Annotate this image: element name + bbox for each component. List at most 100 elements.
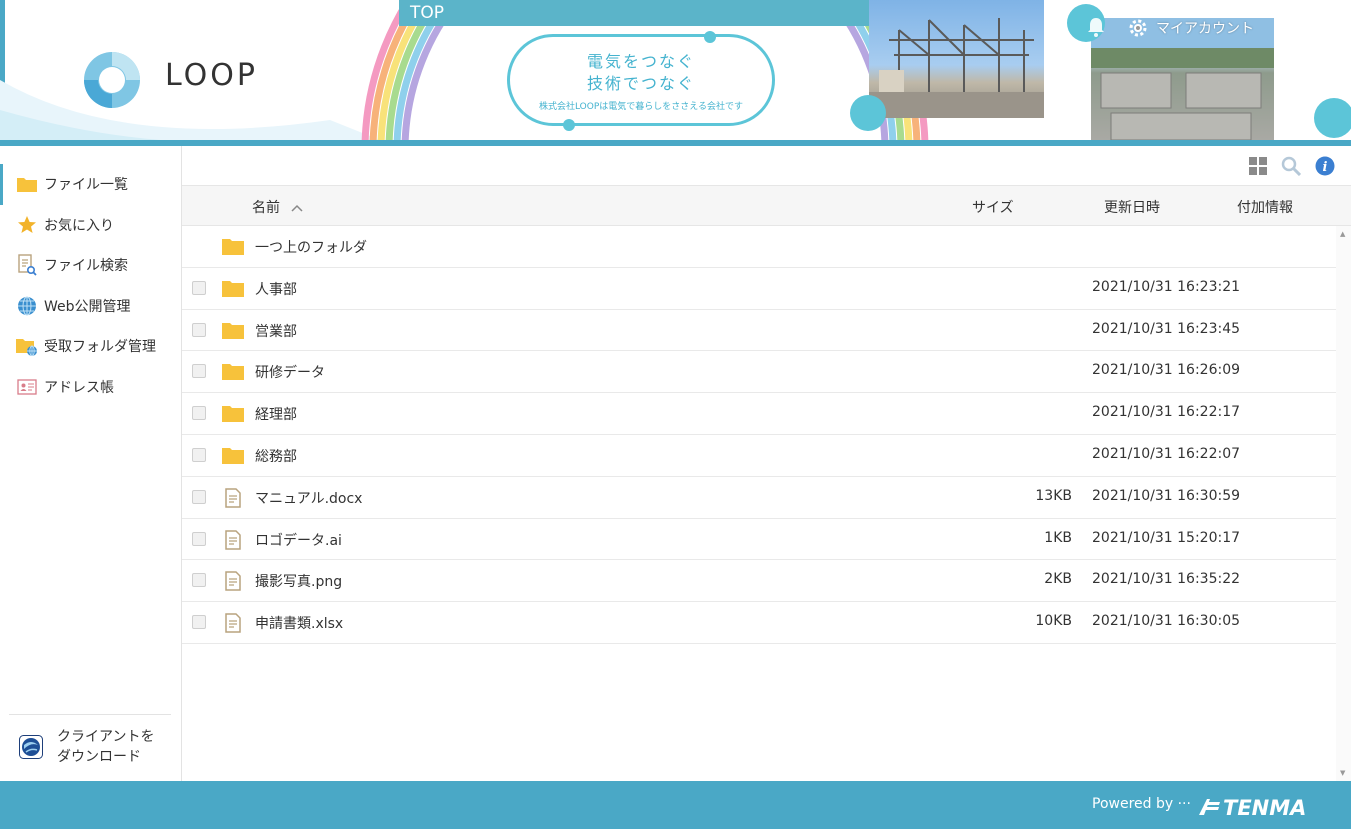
table-row[interactable]: 営業部 2021/10/31 16:23:45 bbox=[182, 310, 1336, 352]
table-row[interactable]: 人事部 2021/10/31 16:23:21 bbox=[182, 268, 1336, 310]
file-name[interactable]: 撮影写真.png bbox=[255, 571, 342, 591]
sidebar-item-receive-folder[interactable]: 受取フォルダ管理 bbox=[0, 326, 181, 367]
svg-text:i: i bbox=[1323, 160, 1328, 175]
client-download-line-2: ダウンロード bbox=[57, 749, 141, 765]
info-icon[interactable]: i bbox=[1315, 156, 1335, 176]
table-row[interactable]: 申請書類.xlsx 10KB 2021/10/31 16:30:05 bbox=[182, 602, 1336, 644]
file-modified: 2021/10/31 16:30:59 bbox=[1092, 487, 1241, 504]
folder-icon bbox=[222, 406, 244, 423]
column-name-header[interactable]: 名前 bbox=[252, 197, 304, 217]
tenma-wing-icon bbox=[1199, 799, 1220, 815]
substation-photo bbox=[869, 0, 1044, 118]
tenma-brand-text: TENMA bbox=[1223, 796, 1307, 820]
folder-icon bbox=[222, 280, 244, 297]
column-extra-header[interactable]: 付加情報 bbox=[1237, 197, 1293, 217]
file-modified: 2021/10/31 16:22:17 bbox=[1092, 404, 1241, 421]
table-row[interactable]: 研修データ 2021/10/31 16:26:09 bbox=[182, 351, 1336, 394]
row-checkbox[interactable] bbox=[192, 573, 206, 588]
search-icon[interactable] bbox=[1281, 156, 1301, 176]
vertical-scrollbar[interactable]: ▲ ▼ bbox=[1336, 226, 1351, 781]
file-modified: 2021/10/31 16:30:05 bbox=[1092, 613, 1241, 630]
slogan-bubble: 電気をつなぐ 技術でつなぐ 株式会社LOOPは電気で暮らしをささえる会社です bbox=[507, 34, 775, 126]
file-modified: 2021/10/31 16:23:45 bbox=[1092, 320, 1241, 337]
powered-by-label: Powered by ··· bbox=[1092, 796, 1191, 812]
row-checkbox[interactable] bbox=[192, 364, 206, 379]
document-icon bbox=[225, 529, 241, 550]
table-row[interactable]: 総務部 2021/10/31 16:22:07 bbox=[182, 435, 1336, 477]
bell-icon[interactable] bbox=[1086, 16, 1106, 38]
file-name[interactable]: 研修データ bbox=[255, 362, 325, 382]
row-checkbox[interactable] bbox=[192, 615, 206, 630]
folder-icon bbox=[222, 322, 244, 339]
table-row[interactable]: マニュアル.docx 13KB 2021/10/31 16:30:59 bbox=[182, 477, 1336, 519]
folder-icon bbox=[222, 364, 244, 381]
sidebar-item-label: アドレス帳 bbox=[44, 379, 114, 396]
star-icon bbox=[16, 214, 38, 236]
sidebar-item-file-list[interactable]: ファイル一覧 bbox=[0, 164, 181, 205]
logo-text: LOOP bbox=[165, 58, 258, 93]
loop-logo-icon bbox=[84, 52, 140, 108]
folder-globe-icon bbox=[16, 335, 38, 357]
file-search-icon bbox=[16, 254, 38, 276]
column-size-header[interactable]: サイズ bbox=[972, 197, 1014, 217]
table-row[interactable]: 経理部 2021/10/31 16:22:17 bbox=[182, 393, 1336, 435]
file-size: 1KB bbox=[1044, 529, 1072, 546]
file-name[interactable]: 申請書類.xlsx bbox=[255, 613, 343, 633]
slogan-line-1: 電気をつなぐ bbox=[586, 52, 695, 71]
file-name[interactable]: 人事部 bbox=[255, 279, 297, 299]
table-row[interactable]: ロゴデータ.ai 1KB 2021/10/31 15:20:17 bbox=[182, 519, 1336, 561]
sidebar-item-label: Web公開管理 bbox=[44, 298, 131, 315]
address-card-icon bbox=[16, 376, 38, 398]
sidebar-item-label: ファイル検索 bbox=[44, 258, 128, 275]
row-checkbox[interactable] bbox=[192, 406, 206, 421]
file-modified: 2021/10/31 15:20:17 bbox=[1092, 529, 1241, 546]
folder-icon bbox=[16, 173, 38, 195]
sidebar-item-favorites[interactable]: お気に入り bbox=[0, 205, 181, 246]
decoration-circle bbox=[850, 95, 886, 131]
scroll-down-icon[interactable]: ▼ bbox=[1340, 769, 1345, 777]
my-account-menu[interactable]: マイアカウント bbox=[1128, 16, 1254, 40]
file-name[interactable]: 営業部 bbox=[255, 321, 297, 341]
column-header: 名前 サイズ 更新日時 付加情報 bbox=[182, 186, 1351, 226]
file-name[interactable]: マニュアル.docx bbox=[255, 488, 362, 508]
file-modified: 2021/10/31 16:35:22 bbox=[1092, 571, 1241, 588]
sidebar-item-file-search[interactable]: ファイル検索 bbox=[0, 245, 181, 286]
row-checkbox[interactable] bbox=[192, 322, 206, 337]
tenma-logo: TENMA bbox=[1197, 791, 1306, 820]
column-name-label: 名前 bbox=[252, 200, 280, 216]
sort-ascending-icon bbox=[291, 204, 303, 212]
file-modified: 2021/10/31 16:23:21 bbox=[1092, 278, 1241, 295]
parent-folder-label: 一つ上のフォルダ bbox=[255, 240, 367, 256]
footer: Powered by ··· TENMA bbox=[0, 781, 1351, 829]
bubble-dot bbox=[563, 119, 575, 131]
slogan-line-2: 技術でつなぐ bbox=[586, 74, 695, 93]
table-row[interactable]: 撮影写真.png 2KB 2021/10/31 16:35:22 bbox=[182, 560, 1336, 603]
file-modified: 2021/10/31 16:26:09 bbox=[1092, 362, 1241, 379]
column-modified-header[interactable]: 更新日時 bbox=[1104, 197, 1160, 217]
file-size: 2KB bbox=[1044, 571, 1072, 588]
sidebar-item-address-book[interactable]: アドレス帳 bbox=[0, 367, 181, 408]
folder-icon bbox=[222, 447, 244, 464]
file-name[interactable]: ロゴデータ.ai bbox=[255, 530, 342, 550]
sidebar-item-web-publish[interactable]: Web公開管理 bbox=[0, 286, 181, 327]
gear-icon bbox=[1129, 19, 1147, 37]
file-name[interactable]: 総務部 bbox=[255, 446, 297, 466]
file-modified: 2021/10/31 16:22:07 bbox=[1092, 445, 1241, 462]
sidebar-item-label: お気に入り bbox=[44, 217, 114, 234]
client-download-link[interactable]: クライアントを ダウンロード bbox=[9, 714, 171, 767]
bubble-dot bbox=[704, 31, 716, 43]
row-checkbox[interactable] bbox=[192, 531, 206, 546]
sidebar-item-label: 受取フォルダ管理 bbox=[44, 339, 156, 356]
parent-folder-row[interactable]: 一つ上のフォルダ bbox=[182, 226, 1336, 268]
document-icon bbox=[225, 571, 241, 592]
scroll-up-icon[interactable]: ▲ bbox=[1340, 230, 1345, 238]
file-name[interactable]: 経理部 bbox=[255, 404, 297, 424]
decoration-circle bbox=[1314, 98, 1351, 138]
row-checkbox[interactable] bbox=[192, 447, 206, 462]
file-rows: 一つ上のフォルダ 人事部 2021/10/31 16:23:21 営業部 2021/1… bbox=[182, 226, 1336, 644]
row-checkbox[interactable] bbox=[192, 489, 206, 504]
file-size: 10KB bbox=[1035, 613, 1072, 630]
row-checkbox[interactable] bbox=[192, 280, 206, 295]
grid-view-icon[interactable] bbox=[1248, 156, 1268, 176]
client-download-icon bbox=[19, 735, 45, 761]
